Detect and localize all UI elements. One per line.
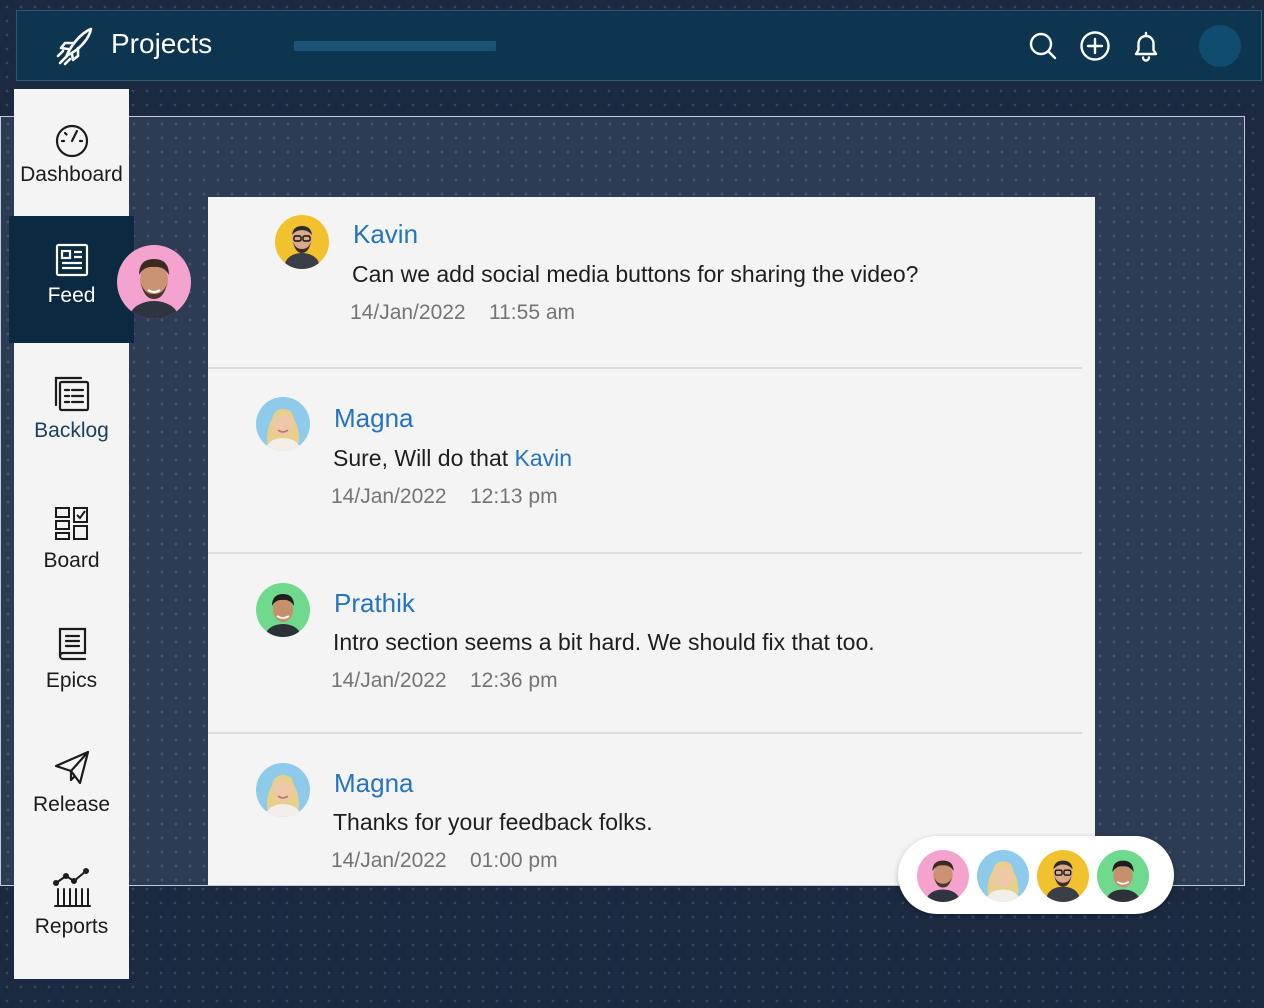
post-author[interactable]: Prathik [334,588,415,619]
newspaper-icon [55,243,88,277]
sidebar-item-board[interactable]: Board [14,505,129,615]
post-author[interactable]: Magna [334,403,414,434]
sidebar-item-feed[interactable]: Feed [9,216,134,343]
post-time: 12:36 pm [470,669,558,692]
avatar [256,583,310,637]
person-icon [1106,860,1140,902]
bell-icon[interactable] [1130,30,1162,62]
app-title: Projects [111,28,213,59]
header-placeholder-bar [294,41,496,51]
sidebar-item-label: Dashboard [20,163,123,186]
sidebar-item-label: Backlog [34,419,109,442]
sidebar-item-epics[interactable]: Epics [14,625,129,735]
sidebar-item-reports[interactable]: Reports [14,867,129,977]
post-text: Thanks for your feedback folks. [333,809,653,835]
person-icon [285,226,319,269]
post-text: Intro section seems a bit hard. We shoul… [333,629,875,655]
avatar [977,850,1029,902]
speedometer-icon [55,124,88,157]
post-date: 14/Jan/2022 [331,669,447,692]
sidebar-item-release[interactable]: Release [14,749,129,859]
person-icon [130,259,178,319]
sidebar-item-label: Board [43,549,100,572]
post-author[interactable]: Magna [334,768,414,799]
post-text: Sure, Will do that Kavin [333,445,572,472]
person-icon [266,775,300,817]
feed-post: Prathik Intro section seems a bit hard. … [208,554,1088,732]
sidebar-item-label: Epics [45,669,98,692]
top-bar: Projects [16,10,1262,81]
person-icon [266,594,300,637]
post-time: 01:00 pm [470,849,558,872]
clipboard-list-icon [54,376,89,412]
mention-link[interactable]: Kavin [515,445,573,471]
person-icon [986,861,1020,902]
sidebar: Dashboard Feed Backlog Board Epics Relea… [9,89,134,979]
bar-chart-icon [52,868,91,907]
book-icon [58,627,86,661]
feed-user-avatar [117,245,191,319]
avatar [1037,850,1089,902]
participants-pill[interactable] [898,836,1174,914]
paper-plane-icon [54,750,89,785]
post-date: 14/Jan/2022 [331,849,447,872]
post-date: 14/Jan/2022 [350,301,466,324]
feed-post: Magna Sure, Will do that Kavin 14/Jan/20… [208,369,1088,552]
post-time: 11:55 am [489,301,575,324]
person-icon [926,860,960,902]
post-author[interactable]: Kavin [353,219,418,250]
avatar [256,763,310,817]
post-text-body: Sure, Will do that [333,445,515,471]
person-icon [1046,860,1080,902]
user-avatar[interactable] [1199,25,1241,67]
post-date: 14/Jan/2022 [331,485,447,508]
person-icon [266,409,300,451]
avatar [917,850,969,902]
avatar [275,215,329,269]
post-time: 12:13 pm [470,485,558,508]
rocket-logo-icon[interactable] [51,23,97,69]
search-icon[interactable] [1027,30,1059,62]
feed-panel: Kavin Can we add social media buttons fo… [208,197,1095,885]
avatar [1097,850,1149,902]
feed-post: Kavin Can we add social media buttons fo… [208,197,1088,367]
post-text: Can we add social media buttons for shar… [352,261,919,287]
avatar [256,397,310,451]
sidebar-item-label: Release [32,793,111,816]
sidebar-item-label: Reports [34,915,109,938]
sidebar-item-label: Feed [47,284,96,307]
board-grid-icon [54,507,88,540]
add-icon[interactable] [1079,30,1111,62]
sidebar-item-backlog[interactable]: Backlog [14,375,129,485]
